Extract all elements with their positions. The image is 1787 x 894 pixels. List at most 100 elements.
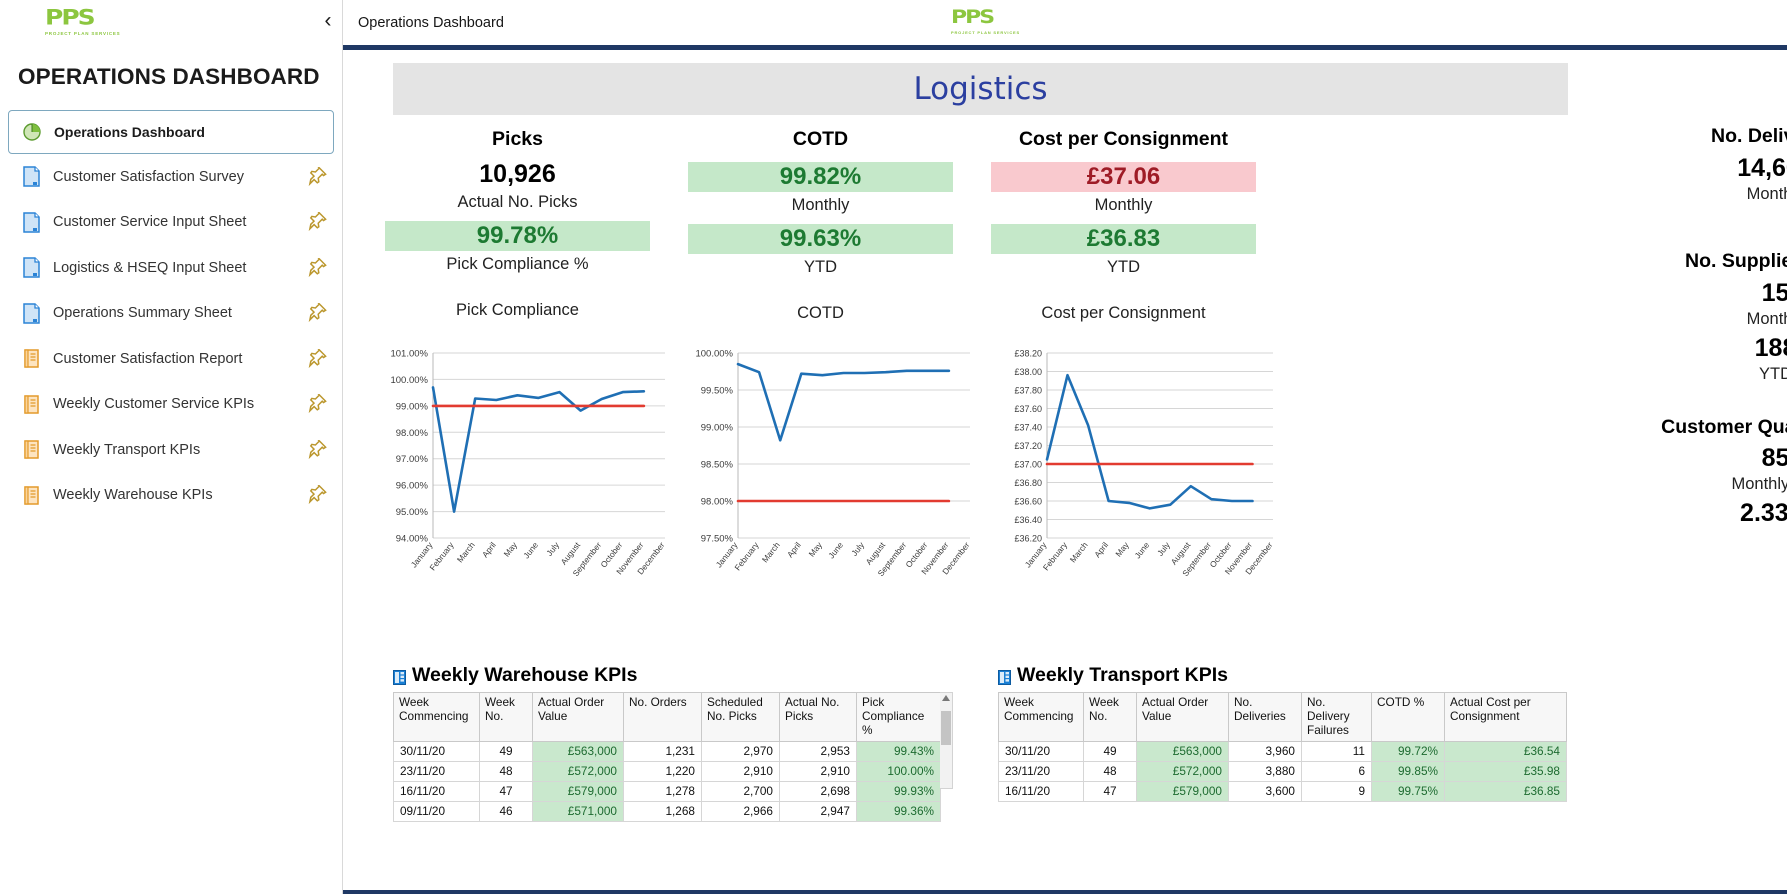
svg-text:£37.00: £37.00 <box>1014 460 1042 470</box>
document-icon <box>20 166 42 188</box>
warehouse-table-scrollbar[interactable] <box>940 692 953 789</box>
chart-title-cotd: COTD <box>797 304 844 322</box>
pin-icon[interactable] <box>308 438 328 460</box>
table-cell: 48 <box>479 760 533 782</box>
report-icon <box>20 348 42 370</box>
table-cell: £571,000 <box>532 800 624 822</box>
breadcrumb: Operations Dashboard <box>358 14 504 31</box>
kpi-cost-monthly-chip: £37.06 <box>991 162 1256 192</box>
kpi-supplier-issues: No. Supplier Issues 15 Monthly 188 YTD <box>1643 250 1787 384</box>
svg-text:£37.80: £37.80 <box>1014 386 1042 396</box>
kpi-customer-quality-issues: Customer Quality Issues 85 Monthly No. 2… <box>1643 416 1787 529</box>
sidebar-nav-list: Operations Dashboard Customer Satisfacti… <box>0 110 342 518</box>
table-cell: 30/11/20 <box>393 740 480 762</box>
kpi-cost-ytd-chip: £36.83 <box>991 224 1256 254</box>
table-cell: 3,880 <box>1228 760 1302 782</box>
document-icon <box>20 257 42 279</box>
sidebar-item-label: Logistics & HSEQ Input Sheet <box>53 259 247 276</box>
pin-icon[interactable] <box>308 484 328 505</box>
sidebar-item-label: Operations Summary Sheet <box>53 305 232 322</box>
pps-logo-subtext: PROJECT PLAN SERVICES <box>45 31 121 37</box>
svg-text:March: March <box>455 540 477 565</box>
pie-chart-icon <box>21 121 43 143</box>
topbar-logo-text: PPS <box>951 6 995 29</box>
sidebar-item-customer-satisfaction-survey[interactable]: Customer Satisfaction Survey <box>0 154 342 200</box>
sidebar-item-operations-summary-sheet[interactable]: Operations Summary Sheet <box>0 291 342 337</box>
svg-text:£36.20: £36.20 <box>1014 534 1042 544</box>
table-row[interactable]: 23/11/20 48 £572,000 1,220 2,910 2,910 100.00% <box>393 760 941 782</box>
svg-text:March: March <box>760 540 782 565</box>
weekly-warehouse-kpis-table[interactable]: Week Commencing Week No. Actual Order Valu… <box>393 692 941 822</box>
chart-cost-per-consignment: £38.20 £38.00 £37.80 £37.60 £37.40 £37.20 £37.… <box>991 345 1281 610</box>
kpi-quality-issues-pct: 2.33% <box>1740 499 1787 528</box>
pin-icon[interactable] <box>308 393 328 414</box>
table-row[interactable]: 16/11/20 47 £579,000 1,278 2,700 2,698 99.93% <box>393 780 941 802</box>
table-row[interactable]: 09/11/20 46 £571,000 1,268 2,966 2,947 99.36% <box>393 800 941 822</box>
scroll-thumb[interactable] <box>941 711 951 745</box>
pin-icon[interactable] <box>308 211 328 232</box>
table-cell: 2,966 <box>701 800 780 822</box>
kpi-supplier-issues-value: 15 <box>1761 278 1787 307</box>
scroll-up-arrow-icon[interactable] <box>942 695 950 701</box>
kpi-cotd-ytd-chip: 99.63% <box>688 224 953 254</box>
weekly-warehouse-kpis-block: Weekly Warehouse KPIs Week Commencing Wee… <box>393 664 953 822</box>
kpi-deliveries-heading: No. Deliveries <box>1711 125 1787 147</box>
table-row[interactable]: 16/11/20 47 £579,000 3,600 9 99.75% £36.85 <box>998 780 1567 802</box>
chart-pick-compliance-svg: 101.00% 100.00% 99.00% 98.00% 97.00% 96.00% 95… <box>390 349 666 579</box>
table-cell: 49 <box>479 740 533 762</box>
section-title-logistics: Logistics <box>913 71 1048 107</box>
sidebar-item-weekly-warehouse-kpis[interactable]: Weekly Warehouse KPIs <box>0 473 342 519</box>
sidebar-item-label: Operations Dashboard <box>54 124 205 140</box>
weekly-transport-kpis-header: Weekly Transport KPIs <box>998 664 1568 687</box>
sidebar-item-customer-service-input-sheet[interactable]: Customer Service Input Sheet <box>0 200 342 246</box>
svg-text:£38.00: £38.00 <box>1014 367 1042 377</box>
table-header-row: Week Commencing Week No. Actual Order Valu… <box>393 692 941 742</box>
kpi-picks-value: 10,926 <box>479 160 556 188</box>
svg-text:£37.40: £37.40 <box>1014 423 1042 433</box>
chevron-left-icon[interactable]: ‹ <box>315 8 341 34</box>
topbar: ‹ Operations Dashboard PPS PROJECT PLAN … <box>325 0 1787 45</box>
table-row[interactable]: 23/11/20 48 £572,000 3,880 6 99.85% £35.98 <box>998 760 1567 782</box>
table-cell: £35.98 <box>1444 760 1567 782</box>
pin-icon[interactable] <box>308 302 328 323</box>
table-cell: 47 <box>479 780 533 802</box>
chart-title-cost-per-consignment: Cost per Consignment <box>1041 304 1206 322</box>
weekly-transport-kpis-table[interactable]: Week Commencing Week No. Actual Order Valu… <box>998 692 1567 802</box>
table-column-header: No. Deliveries <box>1228 692 1302 742</box>
table-cell: 99.72% <box>1371 740 1445 762</box>
sidebar-item-weekly-transport-kpis[interactable]: Weekly Transport KPIs <box>0 427 342 473</box>
sidebar-item-operations-dashboard[interactable]: Operations Dashboard <box>8 110 334 154</box>
table-cell: 46 <box>479 800 533 822</box>
svg-text:July: July <box>544 539 561 557</box>
table-row[interactable]: 30/11/20 49 £563,000 3,960 11 99.72% £36.54 <box>998 740 1567 762</box>
pps-logo-icon: PPS PROJECT PLAN SERVICES <box>45 5 120 37</box>
report-icon <box>20 393 42 415</box>
report-icon <box>20 439 42 461</box>
svg-text:June: June <box>521 540 540 561</box>
kpi-quality-issues-value: 85 <box>1761 444 1787 473</box>
table-body: 30/11/20 49 £563,000 1,231 2,970 2,953 99.43% 2… <box>393 740 941 822</box>
pin-icon[interactable] <box>308 256 328 278</box>
kpi-quality-issues-heading: Customer Quality Issues <box>1661 415 1787 438</box>
weekly-warehouse-kpis-header: Weekly Warehouse KPIs <box>393 664 953 687</box>
table-column-header: Week No. <box>1083 692 1137 742</box>
table-cell: 23/11/20 <box>393 760 480 782</box>
pin-icon[interactable] <box>308 347 328 369</box>
table-row[interactable]: 30/11/20 49 £563,000 1,231 2,970 2,953 99.43% <box>393 740 941 762</box>
svg-text:98.50%: 98.50% <box>701 460 734 471</box>
svg-text:98.00%: 98.00% <box>396 428 429 439</box>
svg-text:June: June <box>826 540 845 561</box>
svg-text:£36.40: £36.40 <box>1014 515 1042 525</box>
table-column-header: Actual Cost per Consignment <box>1444 692 1567 742</box>
sidebar-item-customer-satisfaction-report[interactable]: Customer Satisfaction Report <box>0 336 342 382</box>
table-cell: 30/11/20 <box>998 740 1084 762</box>
table-cell: 9 <box>1301 780 1372 802</box>
sidebar-item-logistics-hseq-input-sheet[interactable]: Logistics & HSEQ Input Sheet <box>0 245 342 291</box>
report-icon <box>20 484 42 506</box>
pin-icon[interactable] <box>308 165 328 187</box>
table-cell: £36.54 <box>1444 740 1567 762</box>
sidebar-item-weekly-customer-service-kpis[interactable]: Weekly Customer Service KPIs <box>0 382 342 428</box>
kpi-cost-caption: Monthly <box>1094 196 1153 214</box>
table-cell: 2,970 <box>701 740 780 762</box>
kpi-picks-compliance-chip: 99.78% <box>385 221 650 251</box>
